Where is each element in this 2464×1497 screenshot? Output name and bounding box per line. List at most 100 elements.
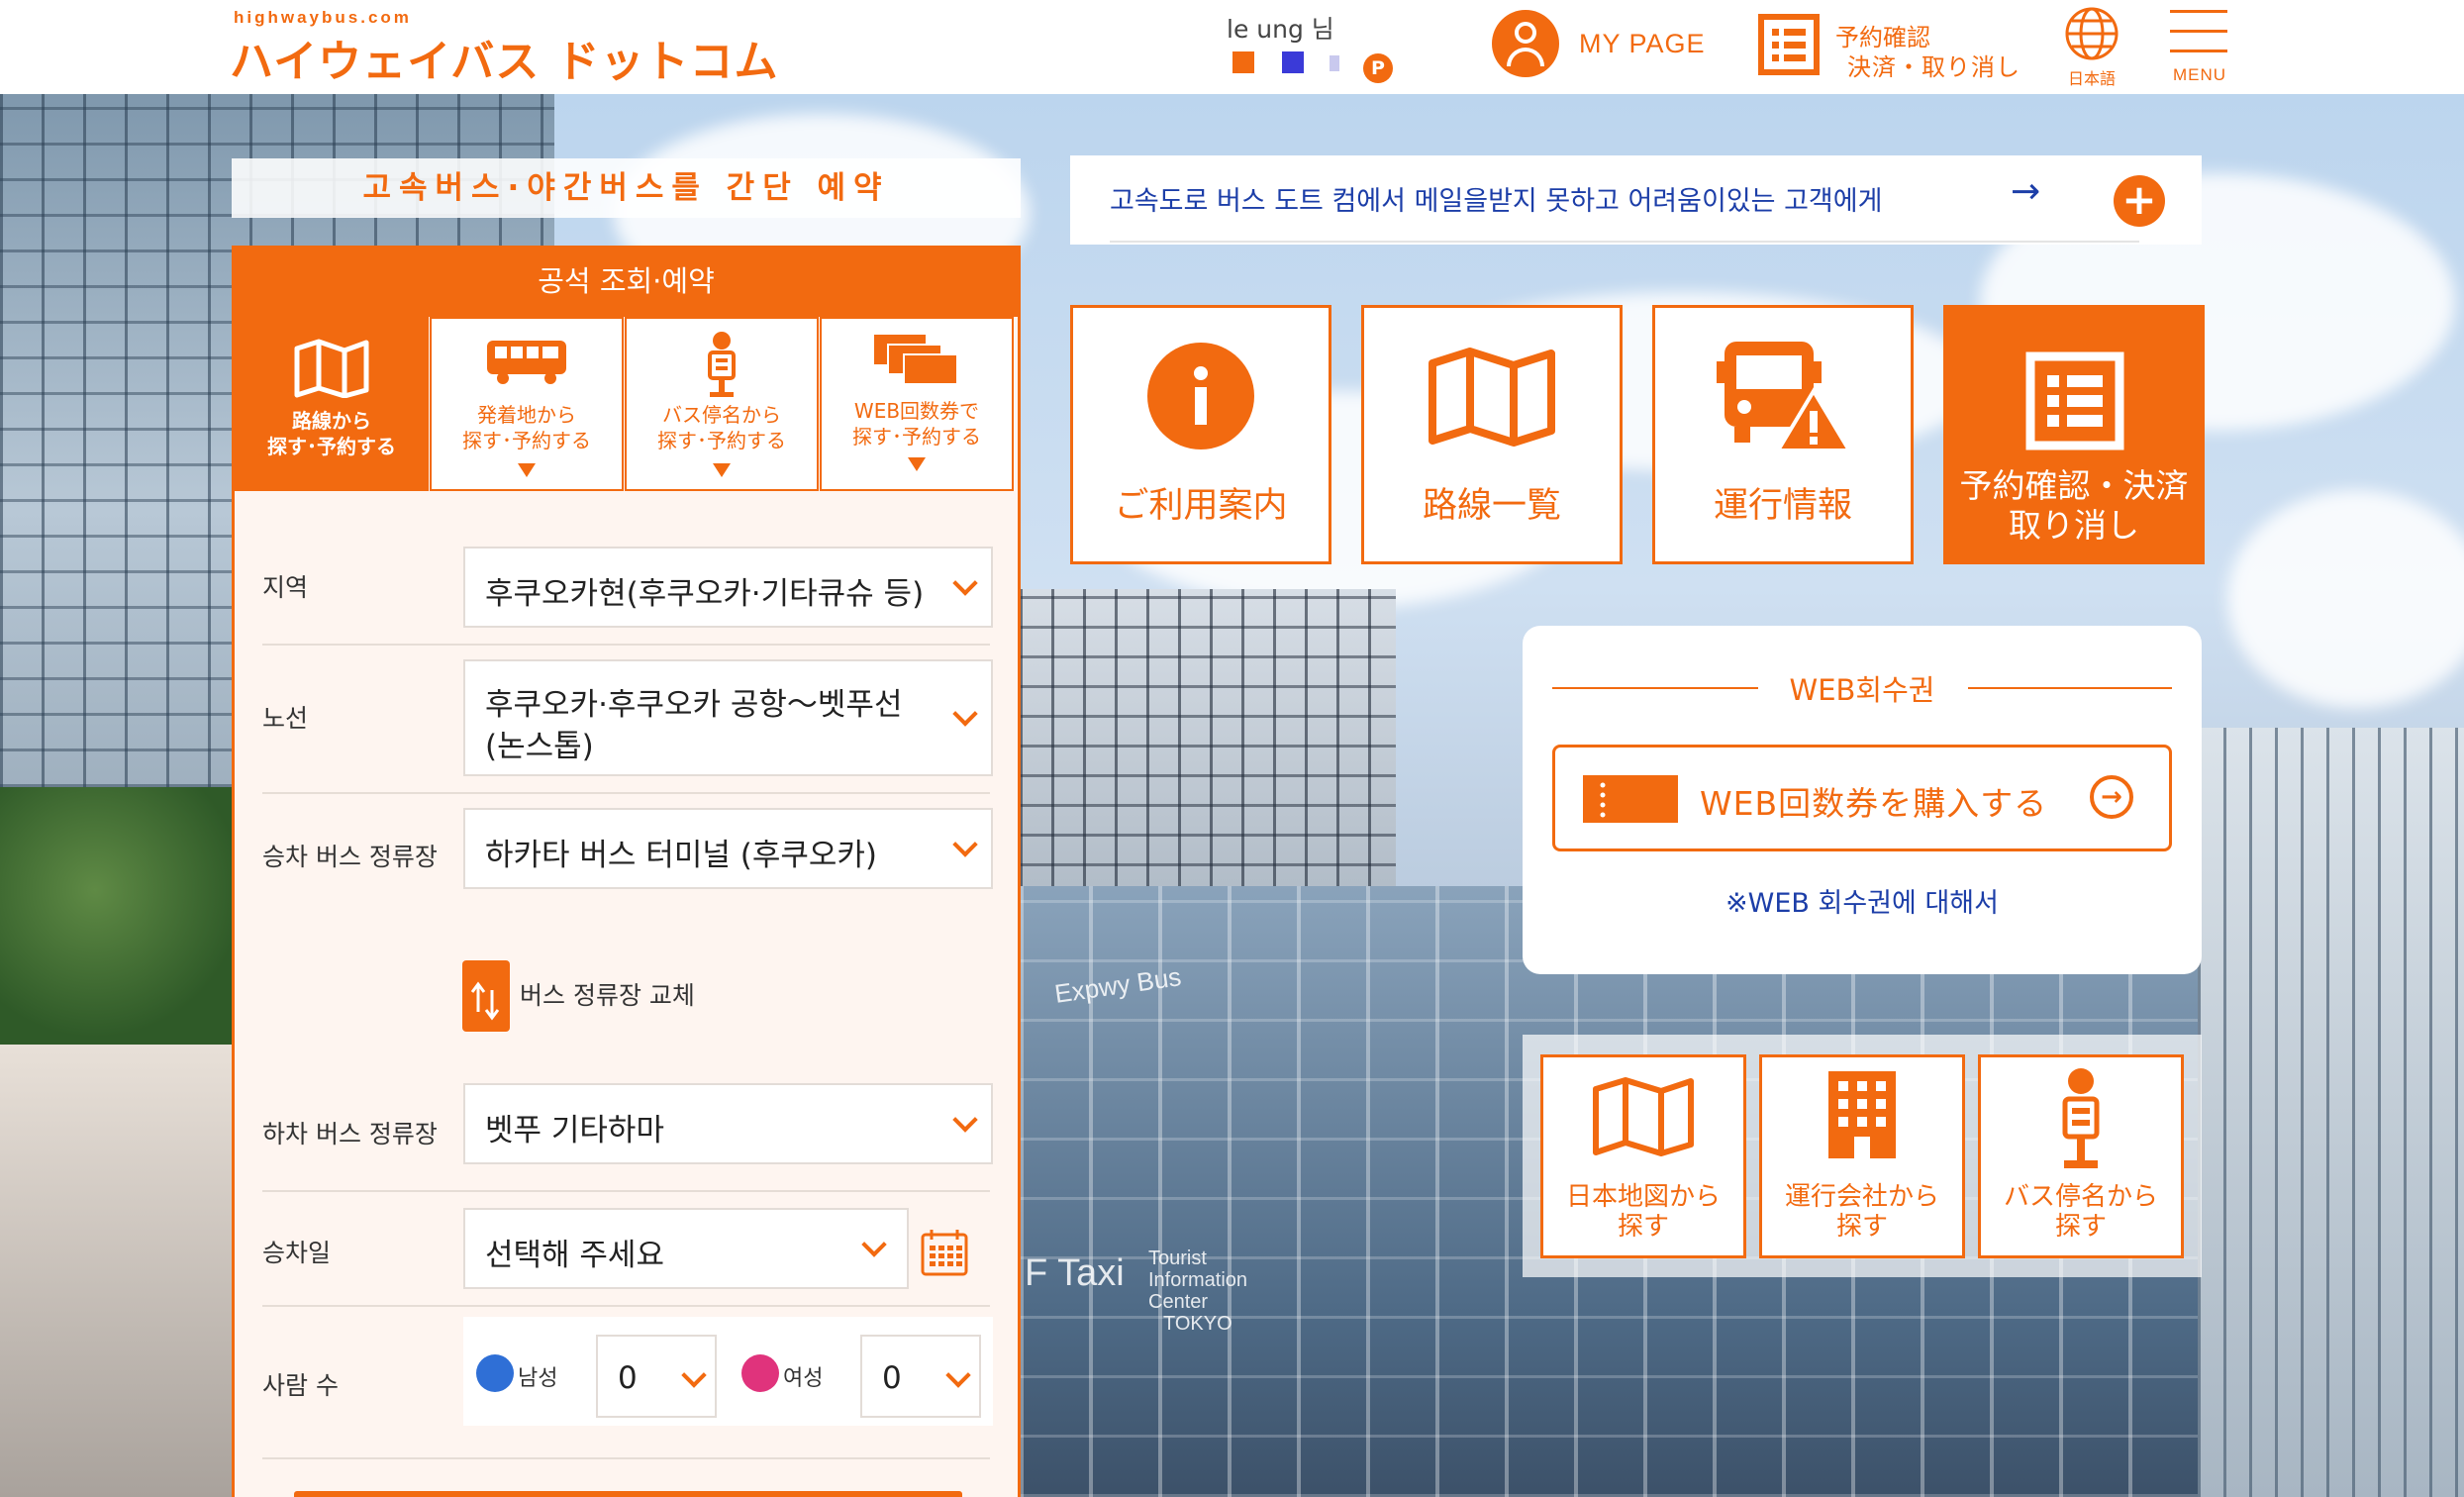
operator-line1: 運行会社から: [1784, 1182, 1939, 1212]
hamburger-icon: [2170, 10, 2227, 13]
chevron-down-icon: [945, 1362, 971, 1388]
email-notice-link[interactable]: 고속도로 버스 도트 컴에서 메일을받지 못하고 어려움이있는 고객에게 → +: [1070, 155, 2202, 245]
site-header: highwaybus.com ハイウェイバス ドットコム le ung 님 P …: [0, 0, 2464, 94]
tab-search-by-web-ticket[interactable]: WEB回数券で 探す･予約する: [820, 317, 1014, 491]
tab-route-line1: 路線から: [292, 409, 371, 433]
search-shortcuts: 日本地図から 探す 運行会社から 探す バス停名から 探す: [1523, 1035, 2202, 1277]
region-select[interactable]: 후쿠오카현(후쿠오카·기타큐슈 등): [463, 547, 993, 628]
divider: [262, 1457, 990, 1459]
web-ticket-box: WEB회수권 WEB回数券を購入する → ※WEB 회수권에 대해서: [1523, 626, 2202, 974]
search-submit-button[interactable]: [294, 1491, 962, 1497]
web-ticket-about-link[interactable]: ※WEB 회수권에 대해서: [1523, 881, 2202, 920]
map-icon: [294, 339, 369, 398]
title-line-right: [1968, 687, 2172, 689]
region-label: 지역: [262, 573, 309, 602]
divider: [262, 1305, 990, 1307]
ticket-icon: [1583, 775, 1678, 823]
arrow-circle-right-icon: →: [2090, 775, 2133, 819]
bus-warning-icon: [1717, 342, 1853, 452]
tab-origin-line1: 発着地から: [477, 403, 576, 427]
male-label: 남성: [518, 1366, 558, 1391]
divider: [262, 1190, 990, 1192]
route-list-card[interactable]: 路線一覧: [1361, 305, 1623, 564]
service-info-label: 運行情報: [1713, 486, 1852, 526]
chevron-down-icon: [713, 463, 731, 477]
sign-taxi: F Taxi: [1025, 1252, 1125, 1294]
tab-search-by-origin[interactable]: 発着地から 探す･予約する: [430, 317, 624, 491]
buy-web-ticket-button[interactable]: WEB回数券を購入する →: [1552, 745, 2172, 851]
search-by-bus-stop-card[interactable]: バス停名から 探す: [1978, 1054, 2184, 1258]
male-count-value: 0: [618, 1360, 638, 1396]
operator-line2: 探す: [1835, 1212, 1888, 1242]
map-icon: [1593, 1077, 1694, 1156]
japan-map-line2: 探す: [1617, 1212, 1669, 1242]
search-by-japan-map-card[interactable]: 日本地図から 探す: [1540, 1054, 1746, 1258]
male-count-select[interactable]: 0: [596, 1335, 717, 1418]
alighting-stop-select[interactable]: 벳푸 기타하마: [463, 1083, 993, 1164]
boarding-stop-select[interactable]: 하카타 버스 터미널 (후쿠오카): [463, 808, 993, 889]
buy-web-ticket-label: WEB回数券を購入する: [1700, 784, 2048, 823]
calendar-icon[interactable]: [920, 1228, 969, 1277]
reservation-confirm-label-1: 予約確認・決済: [1959, 466, 2189, 505]
building-icon: [1828, 1071, 1896, 1158]
hamburger-icon-bar: [2170, 30, 2227, 33]
ticket-perforation: [1600, 782, 1606, 818]
user-status-icon-1: [1232, 51, 1254, 73]
arrow-right-icon: →: [2011, 171, 2041, 212]
swap-stops-label: 버스 정류장 교체: [520, 981, 695, 1010]
ticket-icon: [874, 335, 958, 385]
reservation-confirm-card[interactable]: 予約確認・決済 取り消し: [1943, 305, 2205, 564]
route-value-line1: 후쿠오카·후쿠오카 공항～벳푸선: [485, 687, 903, 723]
tab-route-line2: 探す･予約する: [267, 435, 396, 458]
boarding-date-select[interactable]: 선택해 주세요: [463, 1208, 909, 1289]
route-select[interactable]: 후쿠오카·후쿠오카 공항～벳푸선 (논스톱): [463, 659, 993, 776]
alighting-stop-value: 벳푸 기타하마: [485, 1113, 664, 1148]
tab-web-line2: 探す･予約する: [852, 425, 981, 449]
chevron-down-icon: [681, 1362, 707, 1388]
bus-stop-icon: [708, 332, 736, 397]
sign-tourist-2: Information: [1148, 1269, 1248, 1291]
sign-tourist-1: Tourist: [1148, 1248, 1207, 1269]
email-notice-text: 고속도로 버스 도트 컴에서 메일을받지 못하고 어려움이있는 고객에게: [1110, 186, 1883, 217]
building-left-low: [0, 1045, 238, 1497]
reservation-confirm-button[interactable]: 予約確認 決済・取り消し: [1758, 8, 2045, 81]
tab-search-by-route[interactable]: 路線から 探す･予約する: [235, 317, 429, 491]
bus-stop-label: バス停名から 探す: [1981, 1182, 2181, 1242]
sign-tourist-4: TOKYO: [1163, 1313, 1232, 1335]
female-count-select[interactable]: 0: [860, 1335, 981, 1418]
reservation-confirm-label-2: 取り消し: [2009, 506, 2139, 545]
male-icon: [476, 1354, 514, 1392]
boarding-stop-value: 하카타 버스 터미널 (후쿠오카): [485, 838, 877, 873]
usage-guide-card[interactable]: ご利用案内: [1070, 305, 1331, 564]
operator-label: 運行会社から 探す: [1762, 1182, 1962, 1242]
user-info[interactable]: le ung 님 P: [1223, 8, 1396, 83]
chevron-down-icon: [908, 457, 926, 471]
chevron-down-icon: [952, 1107, 978, 1133]
route-label: 노선: [262, 704, 309, 733]
chevron-down-icon: [518, 463, 536, 477]
search-by-operator-card[interactable]: 運行会社から 探す: [1759, 1054, 1965, 1258]
chevron-down-icon: [952, 832, 978, 857]
swap-stops-button[interactable]: [462, 960, 510, 1032]
quick-reserve-banner: 고속버스·야간버스를 간단 예약: [232, 158, 1021, 218]
boarding-stop-label: 승차 버스 정류장: [262, 843, 438, 871]
tab-search-by-stop[interactable]: バス停名から 探す･予約する: [625, 317, 819, 491]
bus-stop-line2: 探す: [2054, 1212, 2107, 1242]
female-count-value: 0: [882, 1360, 902, 1396]
chevron-down-icon: [952, 570, 978, 596]
mypage-button[interactable]: MY PAGE: [1492, 8, 1720, 79]
tab-stop-label: バス停名から 探す･予約する: [627, 402, 817, 453]
logo-domain[interactable]: highwaybus.com: [234, 8, 412, 28]
menu-button[interactable]: MENU: [2166, 4, 2233, 87]
site-logo[interactable]: ハイウェイバス ドットコム: [230, 26, 779, 89]
building-right: [2198, 728, 2464, 1497]
people-count-label: 사람 수: [262, 1371, 339, 1400]
japan-map-line1: 日本地図から: [1565, 1182, 1721, 1212]
user-status-icon-3: [1330, 55, 1339, 71]
info-icon: [1147, 343, 1254, 449]
user-icon: [1492, 10, 1559, 77]
plus-icon[interactable]: +: [2114, 175, 2165, 227]
service-info-card[interactable]: 運行情報: [1652, 305, 1914, 564]
tab-origin-label: 発着地から 探す･予約する: [432, 402, 622, 453]
language-button[interactable]: 日本語: [2057, 4, 2126, 88]
